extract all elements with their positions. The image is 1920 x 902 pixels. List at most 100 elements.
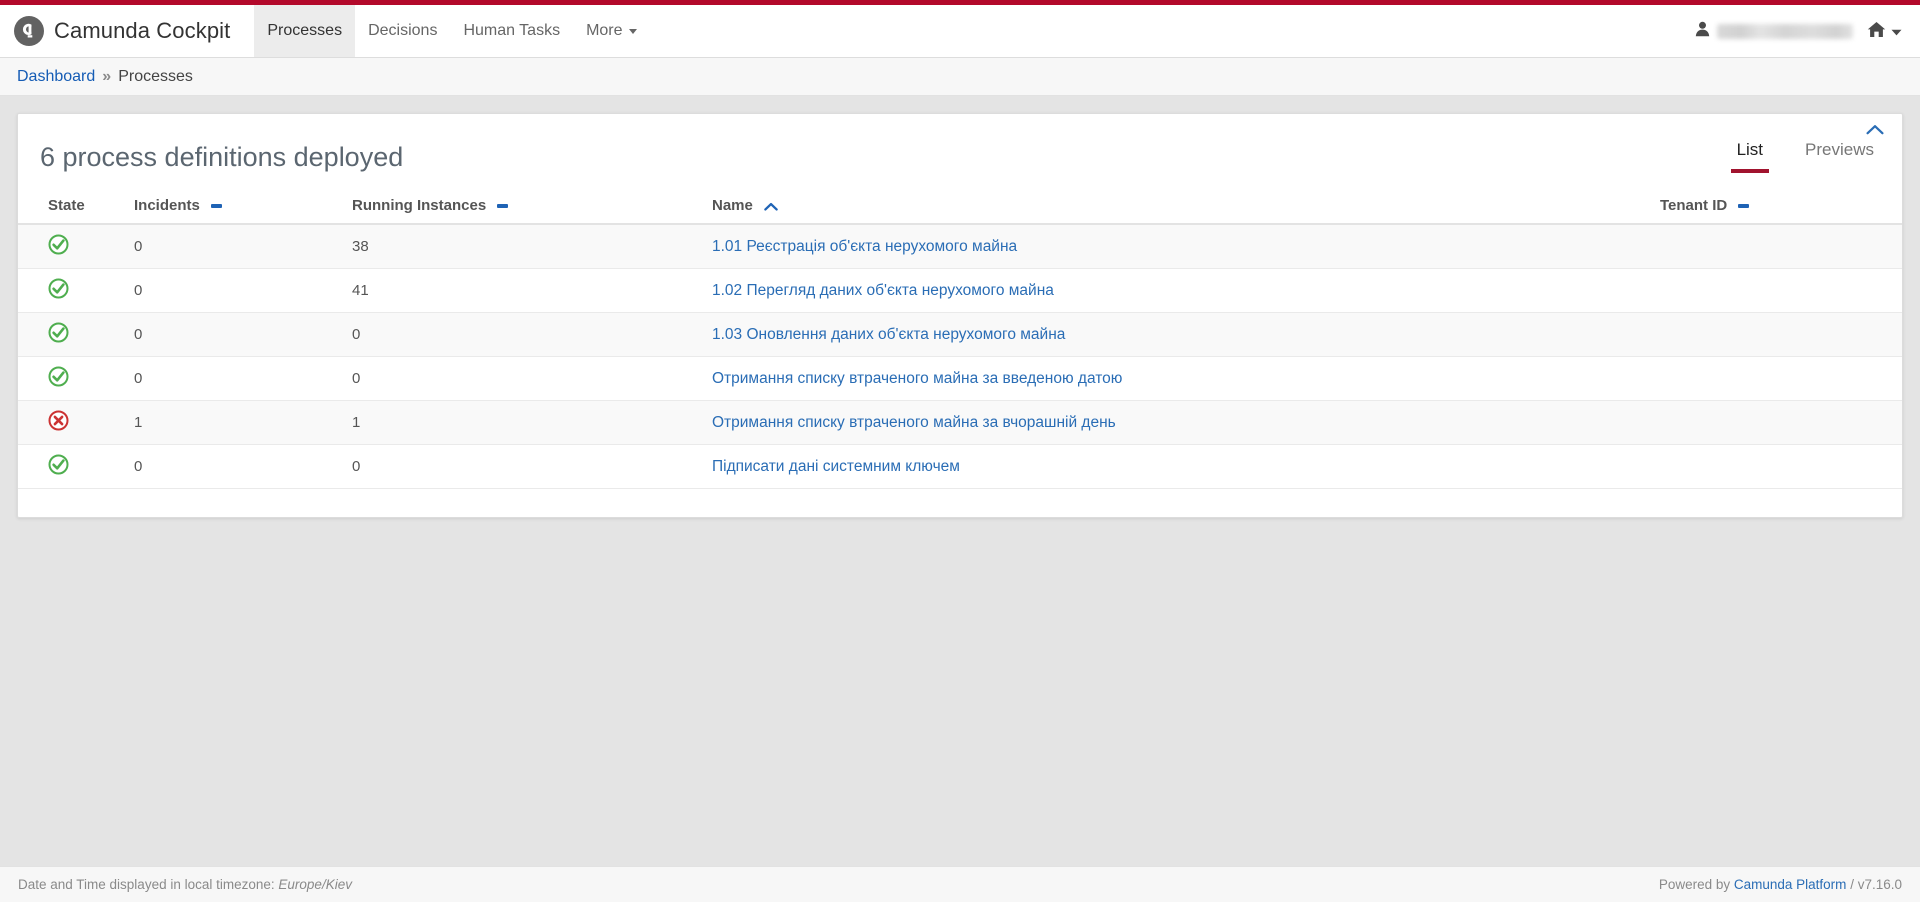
brand-home-link[interactable]: Camunda Cockpit <box>0 5 244 57</box>
footer-timezone-value: Europe/Kiev <box>278 877 352 892</box>
page-footer: Date and Time displayed in local timezon… <box>0 866 1920 902</box>
column-header-running-instances[interactable]: Running Instances <box>344 191 704 225</box>
process-definition-link[interactable]: Отримання списку втраченого майна за вве… <box>712 370 1122 387</box>
cell-state <box>18 400 126 445</box>
cell-name: Отримання списку втраченого майна за вчо… <box>704 400 1652 445</box>
cell-name: 1.01 Реєстрація об'єкта нерухомого майна <box>704 224 1652 269</box>
sort-ascending-icon[interactable] <box>764 202 778 211</box>
check-circle-icon <box>48 454 69 475</box>
cell-running-instances: 0 <box>344 356 704 401</box>
cell-incidents: 0 <box>126 268 344 313</box>
process-definitions-table: State Incidents Running Instances Name T… <box>18 191 1902 489</box>
table-header: State Incidents Running Instances Name T… <box>18 191 1902 225</box>
page-content: 6 process definitions deployed List Prev… <box>0 96 1920 518</box>
caret-down-icon <box>628 28 637 34</box>
error-circle-icon <box>48 410 69 431</box>
table-row[interactable]: 1 1 Отримання списку втраченого майна за… <box>18 400 1902 445</box>
footer-timezone: Date and Time displayed in local timezon… <box>18 877 352 892</box>
cell-incidents: 0 <box>126 444 344 489</box>
process-definition-link[interactable]: Підписати дані системним ключем <box>712 458 960 475</box>
panel-header: 6 process definitions deployed List Prev… <box>18 114 1902 173</box>
footer-version: / v7.16.0 <box>1850 877 1902 892</box>
tab-list[interactable]: List <box>1730 140 1770 173</box>
main-navbar: Camunda Cockpit Processes Decisions Huma… <box>0 5 1920 58</box>
nav-item-more-label: More <box>586 22 623 39</box>
cell-tenant-id <box>1652 312 1902 357</box>
cell-incidents: 0 <box>126 312 344 357</box>
home-menu-button[interactable] <box>1867 21 1902 42</box>
column-header-incidents-label: Incidents <box>134 197 200 214</box>
footer-powered-prefix: Powered by <box>1658 877 1731 892</box>
table-row[interactable]: 0 0 Отримання списку втраченого майна за… <box>18 356 1902 401</box>
table-row[interactable]: 0 41 1.02 Перегляд даних об'єкта нерухом… <box>18 268 1902 313</box>
cell-state <box>18 312 126 357</box>
tab-previews-label: Previews <box>1805 140 1874 159</box>
process-definition-link[interactable]: 1.02 Перегляд даних об'єкта нерухомого м… <box>712 282 1054 299</box>
nav-item-decisions[interactable]: Decisions <box>355 5 450 57</box>
user-name-label <box>1717 23 1853 39</box>
column-header-state[interactable]: State <box>18 191 126 225</box>
user-icon <box>1695 21 1710 41</box>
check-circle-icon <box>48 366 69 387</box>
cell-name: 1.03 Оновлення даних об'єкта нерухомого … <box>704 312 1652 357</box>
check-circle-icon <box>48 234 69 255</box>
table-row[interactable]: 0 0 1.03 Оновлення даних об'єкта нерухом… <box>18 312 1902 357</box>
cell-tenant-id <box>1652 400 1902 445</box>
cell-state <box>18 268 126 313</box>
footer-powered-by: Powered by Camunda Platform / v7.16.0 <box>1659 877 1902 892</box>
cell-running-instances: 0 <box>344 312 704 357</box>
process-definition-link[interactable]: 1.01 Реєстрація об'єкта нерухомого майна <box>712 238 1017 255</box>
nav-item-more[interactable]: More <box>573 5 649 57</box>
cell-incidents: 0 <box>126 224 344 269</box>
process-definitions-panel: 6 process definitions deployed List Prev… <box>17 113 1903 518</box>
cell-running-instances: 0 <box>344 444 704 489</box>
navbar-items: Processes Decisions Human Tasks More <box>254 5 649 57</box>
breadcrumb-separator: » <box>102 67 112 85</box>
column-header-running-instances-label: Running Instances <box>352 197 487 214</box>
table-header-row: State Incidents Running Instances Name T… <box>18 191 1902 225</box>
sort-unsorted-icon[interactable] <box>497 204 509 209</box>
column-header-name-label: Name <box>712 197 753 214</box>
column-header-tenant-id[interactable]: Tenant ID <box>1652 191 1902 225</box>
cell-running-instances: 38 <box>344 224 704 269</box>
cell-tenant-id <box>1652 444 1902 489</box>
cell-state <box>18 224 126 269</box>
chevron-down-icon <box>1891 23 1902 40</box>
table-row[interactable]: 0 38 1.01 Реєстрація об'єкта нерухомого … <box>18 224 1902 269</box>
nav-item-processes-label: Processes <box>267 22 343 39</box>
cell-tenant-id <box>1652 356 1902 401</box>
column-header-incidents[interactable]: Incidents <box>126 191 344 225</box>
check-circle-icon <box>48 322 69 343</box>
breadcrumb-current: Processes <box>118 67 193 85</box>
page-title: 6 process definitions deployed <box>40 142 404 173</box>
breadcrumb-dashboard-link[interactable]: Dashboard <box>17 68 95 86</box>
cell-state <box>18 444 126 489</box>
table-row[interactable]: 0 0 Підписати дані системним ключем <box>18 444 1902 489</box>
cell-incidents: 1 <box>126 400 344 445</box>
cell-tenant-id <box>1652 268 1902 313</box>
cell-tenant-id <box>1652 224 1902 269</box>
camunda-platform-link[interactable]: Camunda Platform <box>1734 877 1847 892</box>
nav-item-processes[interactable]: Processes <box>254 5 356 57</box>
brand-title: Camunda Cockpit <box>54 18 231 43</box>
sort-unsorted-icon[interactable] <box>1738 204 1750 209</box>
process-definition-link[interactable]: Отримання списку втраченого майна за вчо… <box>712 414 1116 431</box>
column-header-state-label: State <box>48 197 85 214</box>
nav-item-human-tasks[interactable]: Human Tasks <box>450 5 573 57</box>
nav-item-human-tasks-label: Human Tasks <box>463 22 561 39</box>
cell-incidents: 0 <box>126 356 344 401</box>
breadcrumb: Dashboard » Processes <box>0 58 1920 96</box>
cell-running-instances: 1 <box>344 400 704 445</box>
sort-unsorted-icon[interactable] <box>211 204 223 209</box>
process-definition-link[interactable]: 1.03 Оновлення даних об'єкта нерухомого … <box>712 326 1065 343</box>
nav-item-decisions-label: Decisions <box>368 22 438 39</box>
column-header-name[interactable]: Name <box>704 191 1652 225</box>
tab-previews[interactable]: Previews <box>1799 140 1880 173</box>
check-circle-icon <box>48 278 69 299</box>
user-menu-button[interactable] <box>1695 21 1853 41</box>
cell-name: Отримання списку втраченого майна за вве… <box>704 356 1652 401</box>
home-icon <box>1867 21 1886 42</box>
tab-list-label: List <box>1736 140 1764 159</box>
cell-name: Підписати дані системним ключем <box>704 444 1652 489</box>
column-header-tenant-id-label: Tenant ID <box>1660 197 1728 214</box>
